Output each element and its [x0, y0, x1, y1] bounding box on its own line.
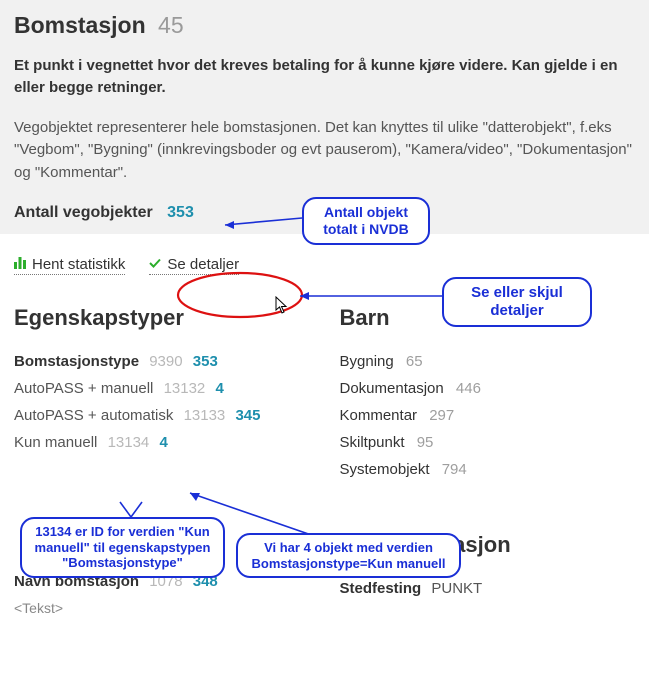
- child-count: 794: [442, 461, 467, 478]
- stedfesting-row: Stedfesting PUNKT: [340, 580, 636, 597]
- description-bold: Et punkt i vegnettet hvor det kreves bet…: [14, 55, 635, 99]
- child-row[interactable]: Systemobjekt 794: [340, 461, 636, 478]
- count-label: Antall vegobjekter: [14, 204, 153, 221]
- child-count: 297: [429, 407, 454, 424]
- cursor-icon: [275, 296, 289, 319]
- prop-count[interactable]: 4: [215, 380, 223, 397]
- callout-total: Antall objekt totalt i NVDB: [302, 197, 430, 245]
- prop-count[interactable]: 345: [235, 407, 260, 424]
- child-row[interactable]: Dokumentasjon 446: [340, 380, 636, 397]
- prop-id: 9390: [149, 353, 182, 370]
- prop-id: 13134: [108, 434, 150, 451]
- child-label: Bygning: [340, 353, 394, 370]
- count-value[interactable]: 353: [167, 204, 194, 221]
- stedfesting-value: PUNKT: [431, 580, 482, 597]
- child-row[interactable]: Bygning 65: [340, 353, 636, 370]
- props-heading: Egenskapstyper: [14, 305, 310, 331]
- prop-row: Kun manuell 13134 4: [14, 434, 310, 451]
- prop-id: 13132: [164, 380, 206, 397]
- callout-details: Se eller skjul detaljer: [442, 277, 592, 327]
- prop-row: Bomstasjonstype 9390 353: [14, 353, 310, 370]
- child-count: 446: [456, 380, 481, 397]
- page-title: Bomstasjon 45: [14, 12, 635, 39]
- prop-label: AutoPASS + automatisk: [14, 407, 173, 424]
- child-label: Skiltpunkt: [340, 434, 405, 451]
- check-icon: [149, 256, 161, 273]
- stats-label: Hent statistikk: [32, 256, 125, 273]
- child-row[interactable]: Kommentar 297: [340, 407, 636, 424]
- stedfesting-label: Stedfesting: [340, 580, 422, 597]
- prop-type: <Tekst>: [14, 600, 310, 616]
- prop-row: AutoPASS + automatisk 13133 345: [14, 407, 310, 424]
- type-id: 45: [158, 12, 184, 38]
- prop-id: 13133: [184, 407, 226, 424]
- prop-count[interactable]: 353: [193, 353, 218, 370]
- title-text: Bomstasjon: [14, 12, 146, 38]
- details-toggle[interactable]: Se detaljer: [149, 256, 239, 275]
- child-count: 95: [417, 434, 434, 451]
- prop-row: AutoPASS + manuell 13132 4: [14, 380, 310, 397]
- prop-count[interactable]: 4: [159, 434, 167, 451]
- child-row[interactable]: Skiltpunkt 95: [340, 434, 636, 451]
- description-plain: Vegobjektet representerer hele bomstasjo…: [14, 117, 635, 185]
- callout-count: Vi har 4 objekt med verdien Bomstasjonst…: [236, 533, 461, 578]
- prop-label: Bomstasjonstype: [14, 353, 139, 370]
- callout-id: 13134 er ID for verdien "Kun manuell" ti…: [20, 517, 225, 578]
- child-label: Systemobjekt: [340, 461, 430, 478]
- prop-label: Kun manuell: [14, 434, 97, 451]
- bar-chart-icon: [14, 256, 26, 273]
- child-label: Dokumentasjon: [340, 380, 444, 397]
- stats-link[interactable]: Hent statistikk: [14, 256, 125, 275]
- prop-label: AutoPASS + manuell: [14, 380, 153, 397]
- details-label: Se detaljer: [167, 256, 239, 273]
- child-count: 65: [406, 353, 423, 370]
- child-label: Kommentar: [340, 407, 418, 424]
